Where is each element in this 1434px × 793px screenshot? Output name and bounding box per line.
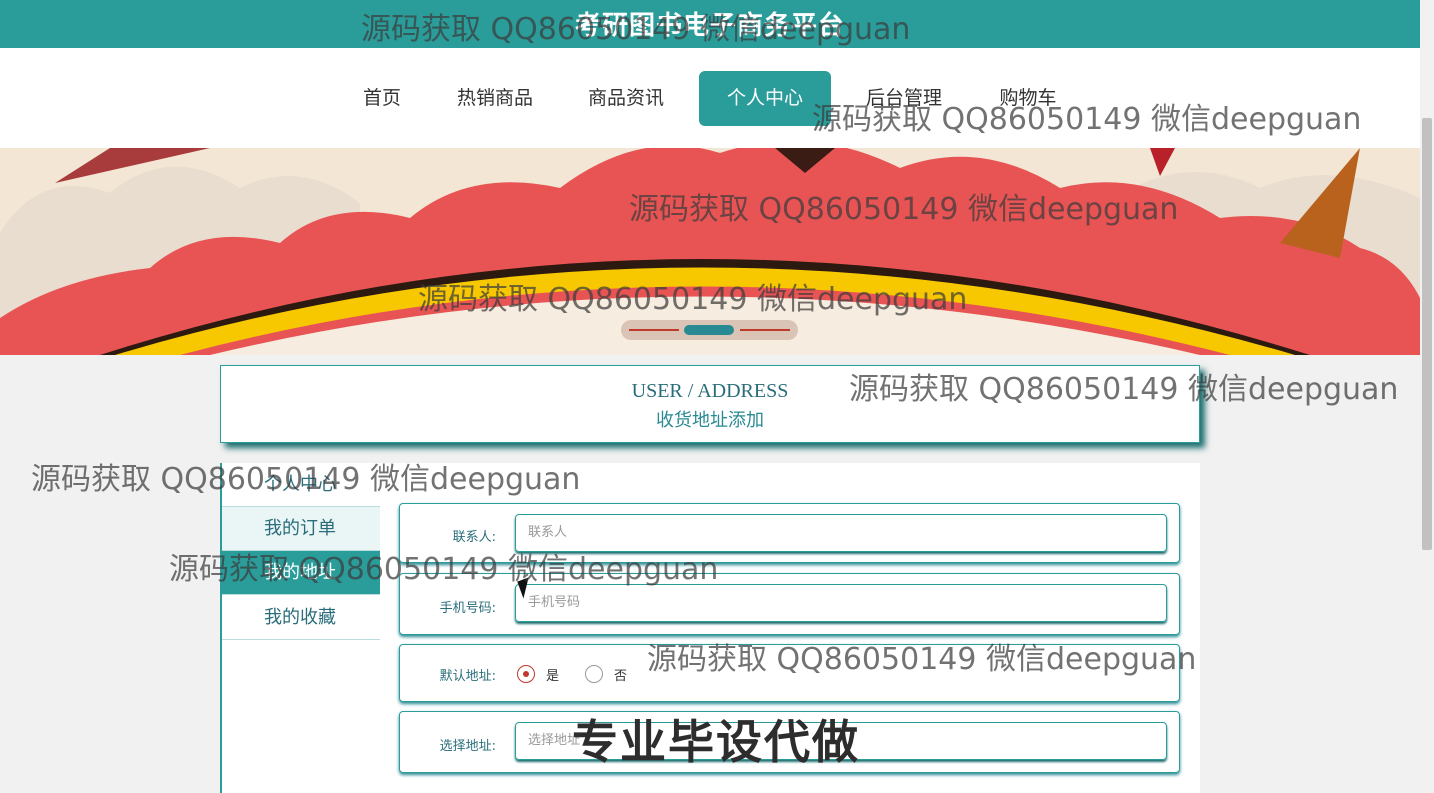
watermark: 源码获取 QQ86050149 微信deepguan	[31, 462, 581, 497]
watermark: 源码获取 QQ86050149 微信deepguan	[812, 102, 1362, 137]
phone-field[interactable]: 手机号码	[515, 584, 1167, 622]
nav-product-news[interactable]: 商品资讯	[578, 71, 674, 126]
phone-label: 手机号码:	[439, 601, 496, 616]
contact-label: 联系人:	[452, 530, 496, 545]
default-address-label: 默认地址:	[439, 669, 496, 684]
default-no-label: 否	[614, 669, 628, 684]
sidebar-divider	[220, 463, 222, 793]
watermark-banner: 专业毕设代做	[572, 715, 860, 769]
nav-hot-products[interactable]: 热销商品	[447, 71, 543, 126]
nav-home[interactable]: 首页	[350, 71, 414, 126]
watermark: 源码获取 QQ86050149 微信deepguan	[849, 372, 1399, 407]
default-yes-label: 是	[546, 669, 560, 684]
carousel-dot-1[interactable]	[629, 329, 679, 331]
carousel-dot-2[interactable]	[684, 325, 734, 335]
watermark: 源码获取 QQ86050149 微信deepguan	[629, 192, 1179, 227]
default-no-radio[interactable]	[585, 665, 603, 683]
watermark: 源码获取 QQ86050149 微信deepguan	[647, 642, 1197, 677]
watermark: 源码获取 QQ86050149 微信deepguan	[361, 12, 911, 47]
sidebar-item-my-favorites[interactable]: 我的收藏	[220, 596, 380, 640]
watermark: 源码获取 QQ86050149 微信deepguan	[418, 282, 968, 317]
page-title: 收货地址添加	[656, 410, 764, 431]
carousel-dot-3[interactable]	[740, 329, 790, 331]
address-label: 选择地址:	[439, 739, 496, 754]
carousel-dots	[621, 320, 798, 340]
banner-carousel[interactable]	[0, 148, 1420, 355]
watermark: 源码获取 QQ86050149 微信deepguan	[169, 552, 719, 587]
default-yes-radio[interactable]	[517, 665, 535, 683]
scrollbar-thumb[interactable]	[1422, 118, 1432, 550]
